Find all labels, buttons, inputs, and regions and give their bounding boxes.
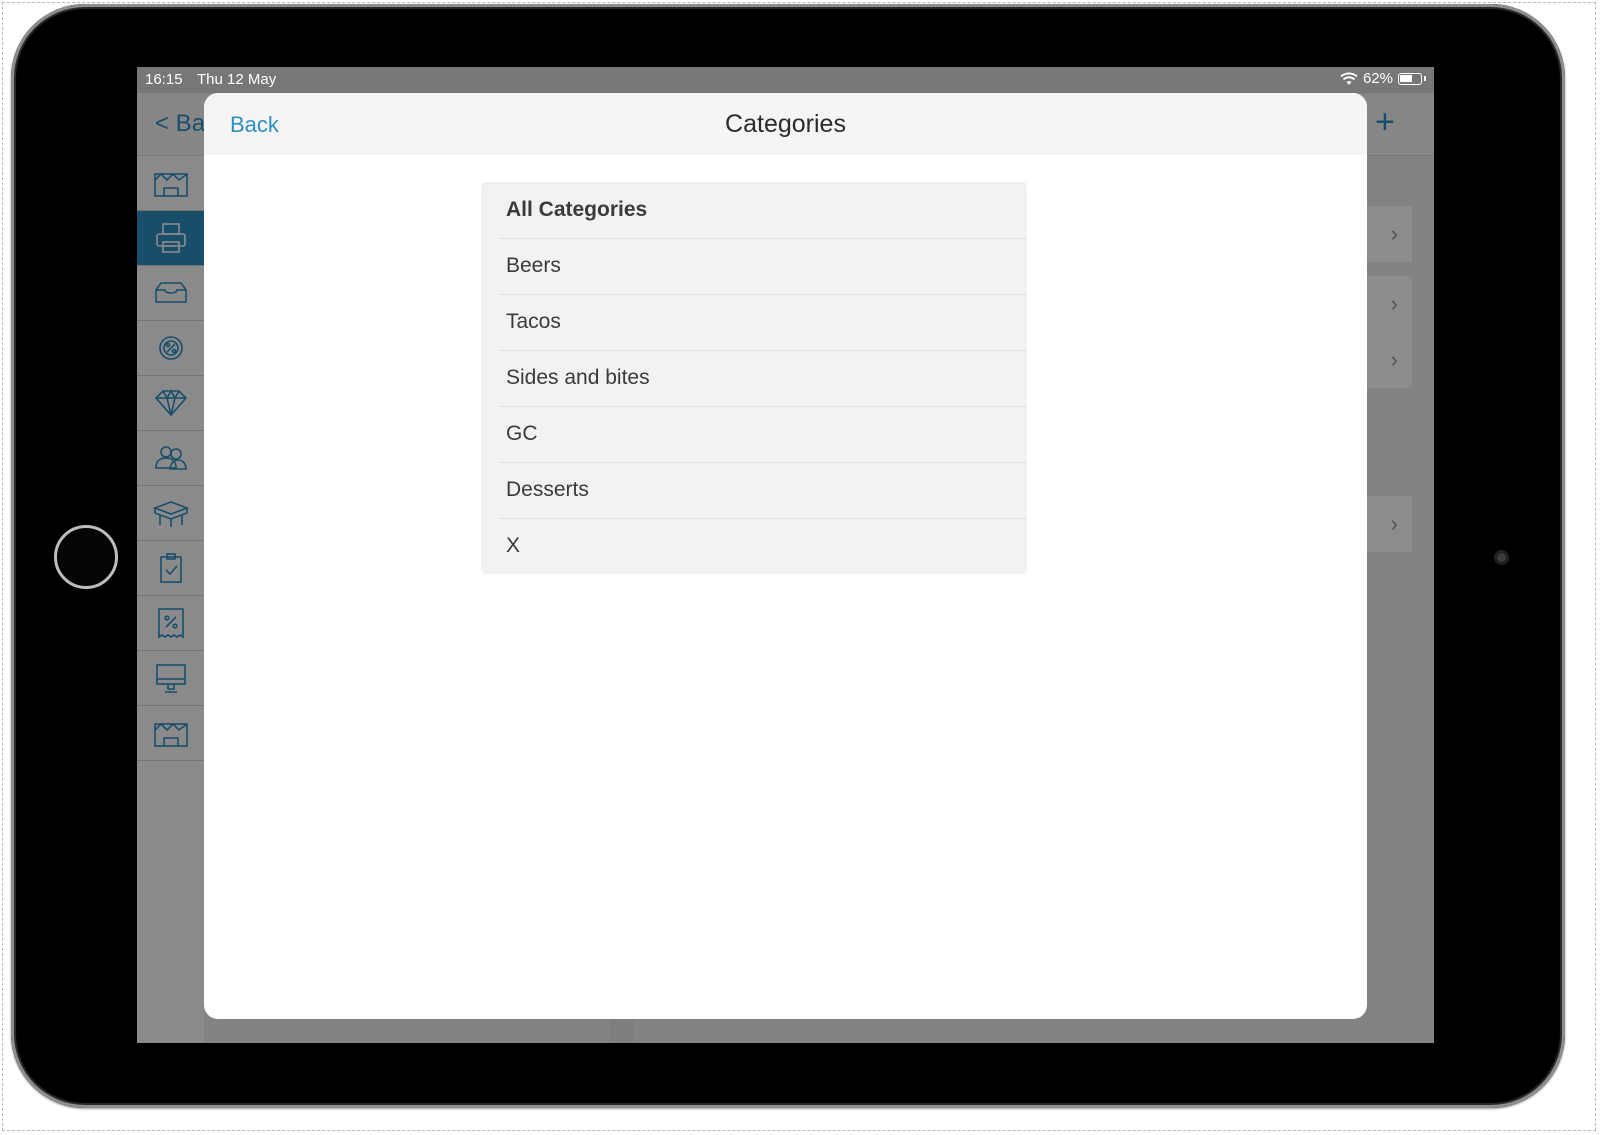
battery-cap	[1424, 76, 1426, 81]
status-time: 16:15	[145, 71, 183, 88]
wifi-icon	[1340, 72, 1358, 85]
battery-percentage: 62%	[1362, 70, 1393, 87]
category-item[interactable]: Tacos	[481, 294, 1027, 350]
category-item[interactable]: Desserts	[481, 462, 1027, 518]
modal-title: Categories	[725, 110, 846, 138]
ipad-screen: < Ba + › › › › 16:15 Thu 12 May 62% Back…	[137, 67, 1434, 1043]
camera-icon	[1494, 550, 1509, 565]
category-item[interactable]: Beers	[481, 238, 1027, 294]
category-item[interactable]: Sides and bites	[481, 350, 1027, 406]
category-item[interactable]: GC	[481, 406, 1027, 462]
category-item[interactable]: X	[481, 518, 1027, 574]
status-indicators: 62%	[1340, 70, 1426, 87]
status-date: Thu 12 May	[197, 71, 277, 88]
status-bar: 16:15 Thu 12 May 62%	[137, 67, 1434, 93]
modal-header: Back Categories	[204, 93, 1367, 155]
categories-modal: Back Categories All Categories Beers Tacos…	[204, 93, 1367, 1019]
home-button[interactable]	[54, 525, 118, 589]
battery-icon	[1398, 72, 1422, 85]
category-list: All Categories Beers Tacos Sides and bites G…	[481, 182, 1027, 574]
category-item-all[interactable]: All Categories	[481, 182, 1027, 238]
